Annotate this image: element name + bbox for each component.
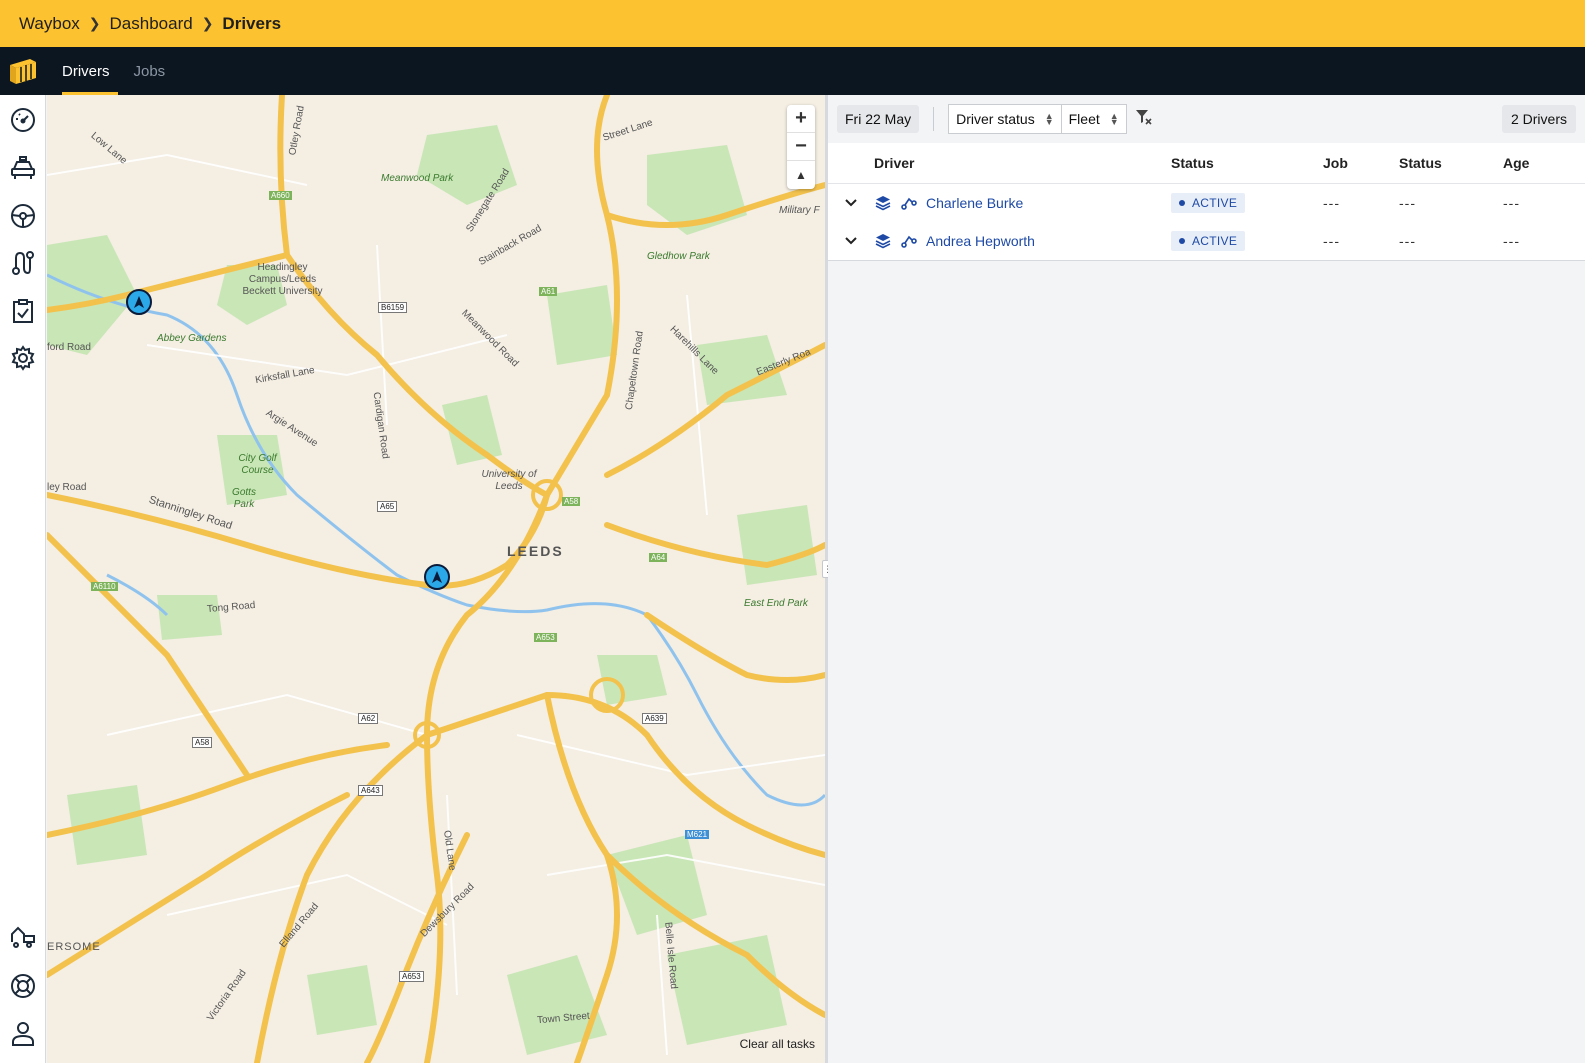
job-status-cell: ---: [1399, 195, 1416, 211]
clipboard-check-icon[interactable]: [9, 297, 37, 325]
taxi-icon[interactable]: [9, 154, 37, 182]
road-shield: A6110: [91, 582, 118, 591]
map[interactable]: Otley Road Low Lane Street Lane Meanwood…: [47, 95, 825, 1063]
driver-marker[interactable]: [424, 564, 450, 590]
map-label: City Golf Course: [238, 453, 277, 476]
map-label: East End Park: [744, 598, 808, 609]
top-nav: Drivers Jobs: [0, 47, 1585, 95]
divider: [933, 107, 935, 131]
map-label: ERSOME: [47, 941, 101, 953]
age-cell: ---: [1503, 233, 1520, 249]
col-job-status[interactable]: Status: [1399, 155, 1503, 171]
driver-name-link[interactable]: Charlene Burke: [926, 195, 1023, 211]
table-header: Driver Status Job Status Age: [828, 143, 1585, 184]
fleet-label: Fleet: [1068, 111, 1100, 127]
city-label: LEEDS: [507, 543, 564, 559]
driver-marker[interactable]: [126, 289, 152, 315]
breadcrumb-waybox[interactable]: Waybox: [19, 14, 80, 34]
map-label: Headingley Campus/Leeds Beckett Universi…: [242, 262, 323, 297]
col-driver[interactable]: Driver: [874, 155, 1171, 171]
chevron-down-icon[interactable]: [828, 237, 874, 245]
road-shield: A58: [562, 497, 581, 506]
job-cell: ---: [1323, 233, 1340, 249]
map-label: Gledhow Park: [647, 251, 710, 262]
driver-status-select[interactable]: Driver status ▲ ▼: [948, 104, 1062, 134]
truck-icon[interactable]: [9, 923, 37, 951]
road-shield: A653: [399, 971, 424, 982]
table-row[interactable]: Andrea Hepworth ACTIVE --- --- ---: [828, 222, 1585, 260]
col-age[interactable]: Age: [1503, 155, 1573, 171]
road-shield: A660: [269, 191, 292, 200]
col-status[interactable]: Status: [1171, 155, 1323, 171]
filter-bar: Fri 22 May Driver status ▲ ▼ Fleet ▲ ▼ 2 D…: [828, 95, 1585, 143]
age-cell: ---: [1503, 195, 1520, 211]
road-shield: A653: [534, 633, 557, 642]
chevron-right-icon: ❯: [201, 15, 214, 31]
driver-status-label: Driver status: [956, 111, 1035, 127]
zoom-in-button[interactable]: +: [787, 105, 815, 133]
chevron-right-icon: ❯: [88, 15, 101, 31]
map-label: ley Road: [47, 482, 87, 493]
route-path-icon[interactable]: [900, 194, 918, 212]
lifebuoy-icon[interactable]: [9, 972, 37, 1000]
job-status-cell: ---: [1399, 233, 1416, 249]
road-shield: B6159: [378, 302, 408, 313]
route-path-icon[interactable]: [900, 232, 918, 250]
road-shield: A61: [539, 287, 558, 296]
col-job[interactable]: Job: [1323, 155, 1399, 171]
table-row[interactable]: Charlene Burke ACTIVE --- --- ---: [828, 184, 1585, 222]
map-label: Military F: [779, 205, 820, 216]
job-cell: ---: [1323, 195, 1340, 211]
route-icon[interactable]: [9, 249, 37, 277]
layers-icon[interactable]: [874, 232, 892, 250]
clear-all-tasks-link[interactable]: Clear all tasks: [740, 1037, 815, 1051]
gear-icon[interactable]: [9, 344, 37, 372]
layers-icon[interactable]: [874, 194, 892, 212]
driver-count-badge: 2 Drivers: [1501, 105, 1576, 133]
tab-jobs[interactable]: Jobs: [126, 47, 174, 95]
compass-button[interactable]: ▲: [787, 161, 815, 189]
user-icon[interactable]: [9, 1019, 37, 1047]
tab-drivers[interactable]: Drivers: [54, 47, 118, 95]
drivers-panel: Fri 22 May Driver status ▲ ▼ Fleet ▲ ▼ 2 D…: [828, 95, 1585, 1063]
drivers-table: Driver Status Job Status Age Charlene Bu…: [828, 143, 1585, 261]
breadcrumb-drivers: Drivers: [222, 13, 282, 33]
sort-arrows-icon: ▲ ▼: [1044, 111, 1054, 127]
sidebar: [0, 95, 46, 1063]
map-label: Abbey Gardens: [157, 333, 227, 344]
sort-arrows-icon: ▲ ▼: [1109, 111, 1119, 127]
road-shield: A639: [642, 713, 667, 724]
road-shield: A64: [649, 553, 668, 562]
road-shield: A65: [377, 501, 398, 512]
waybox-logo-icon[interactable]: [0, 47, 46, 95]
clear-filter-icon[interactable]: [1135, 109, 1153, 130]
status-badge: ACTIVE: [1171, 193, 1246, 213]
fleet-select[interactable]: Fleet ▲ ▼: [1061, 104, 1127, 134]
zoom-out-button[interactable]: −: [787, 133, 815, 161]
zoom-controls: + − ▲: [787, 105, 815, 189]
steering-wheel-icon[interactable]: [9, 202, 37, 230]
status-badge: ACTIVE: [1171, 231, 1246, 251]
map-label: Gotts Park: [232, 487, 256, 510]
road-shield: A643: [358, 785, 383, 796]
road-shield: M621: [685, 830, 710, 839]
date-filter[interactable]: Fri 22 May: [837, 105, 920, 133]
speedometer-icon[interactable]: [9, 106, 37, 134]
road-shield: A58: [192, 737, 213, 748]
map-label: Meanwood Park: [381, 173, 454, 184]
road-shield: A62: [358, 713, 379, 724]
breadcrumb-dashboard[interactable]: Dashboard: [110, 14, 193, 34]
navigation-arrow-icon: [432, 571, 442, 583]
navigation-arrow-icon: [134, 296, 144, 308]
breadcrumb: Waybox ❯ Dashboard ❯ Drivers: [0, 0, 1585, 47]
map-label: ford Road: [47, 342, 91, 353]
driver-name-link[interactable]: Andrea Hepworth: [926, 233, 1035, 249]
chevron-down-icon[interactable]: [828, 199, 874, 207]
map-label: University of Leeds: [481, 469, 537, 492]
